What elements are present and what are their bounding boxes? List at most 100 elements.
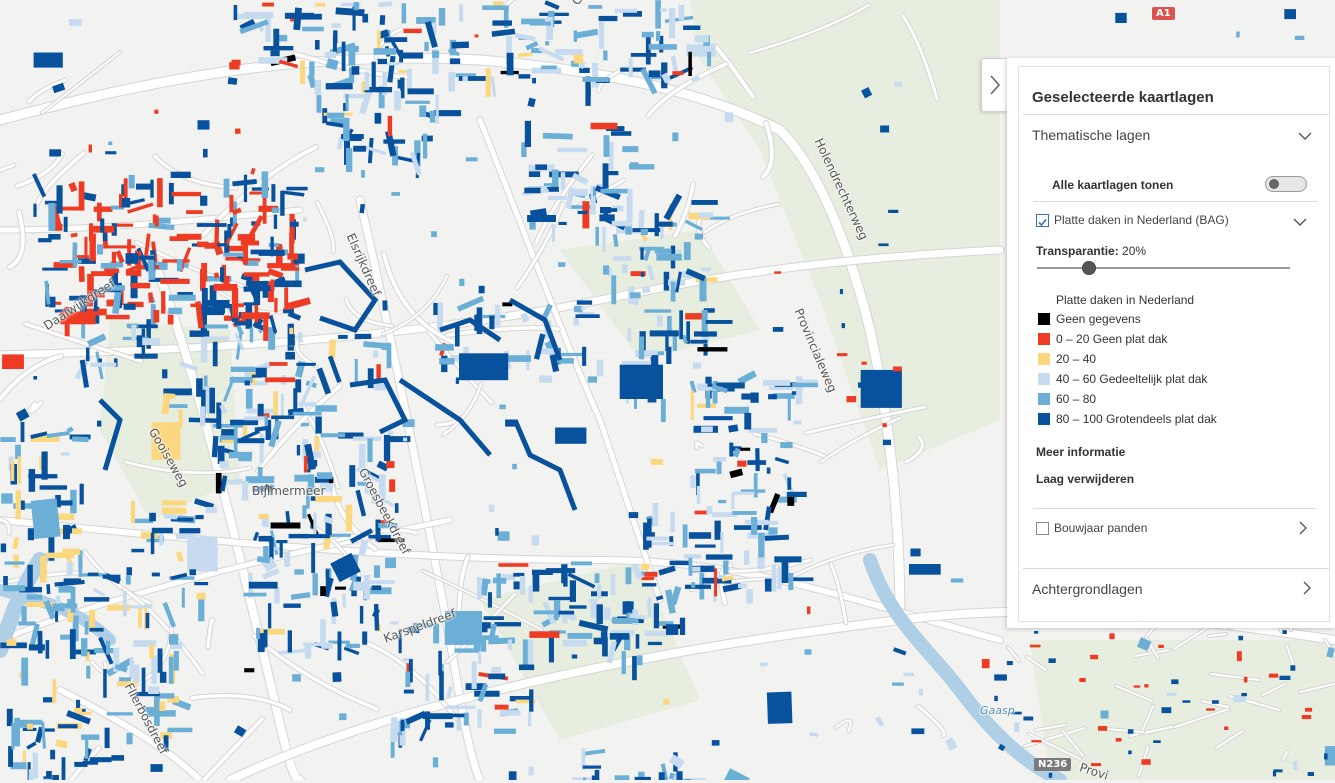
building [56, 185, 63, 214]
building [459, 353, 509, 381]
building [78, 181, 85, 211]
flat-roofs-layer-label[interactable]: Platte daken in Nederland (BAG) [1054, 213, 1229, 227]
show-all-layers-toggle[interactable] [1265, 176, 1307, 192]
legend-swatch [1038, 413, 1050, 425]
building [289, 214, 295, 244]
building-year-layer-label[interactable]: Bouwjaar panden [1054, 521, 1147, 535]
building [302, 26, 324, 32]
building [548, 635, 554, 663]
building [685, 313, 705, 320]
transparency-slider-handle[interactable] [1081, 261, 1096, 275]
building [386, 349, 392, 369]
legend-swatch [1038, 333, 1050, 345]
building [647, 396, 657, 403]
building [168, 294, 196, 301]
building [186, 210, 203, 214]
building [532, 569, 553, 575]
building [656, 253, 682, 261]
building [183, 263, 189, 268]
building [1048, 658, 1056, 663]
building [354, 359, 358, 382]
building [659, 8, 667, 12]
building [244, 380, 250, 386]
building [52, 603, 65, 612]
building [397, 79, 404, 89]
building [72, 528, 82, 535]
building [672, 132, 679, 142]
building [375, 519, 381, 542]
flat-roofs-layer-checkbox[interactable] [1036, 214, 1049, 227]
building [50, 749, 56, 760]
building [638, 336, 645, 360]
building [648, 70, 661, 78]
building [320, 619, 326, 643]
building [123, 591, 127, 617]
building [205, 507, 217, 513]
remove-layer-link[interactable]: Laag verwijderen [1036, 472, 1134, 486]
background-layers-header[interactable]: Achtergrondlagen [1019, 569, 1329, 609]
legend-item: 40 – 60 Gedeeltelijk plat dak [1038, 372, 1207, 386]
building [771, 564, 777, 592]
thematic-layers-header[interactable]: Thematische lagen [1019, 115, 1329, 155]
building [30, 498, 61, 540]
building [679, 310, 683, 340]
building [1098, 726, 1108, 731]
building [228, 245, 244, 252]
building [108, 141, 113, 146]
building [159, 533, 164, 546]
building [724, 112, 734, 123]
building [315, 40, 320, 50]
building [407, 68, 412, 91]
building [648, 44, 677, 50]
building [582, 201, 590, 229]
building-year-layer-checkbox[interactable] [1036, 522, 1049, 535]
chevron-right-icon[interactable] [1295, 520, 1311, 536]
chevron-down-icon[interactable] [1292, 214, 1308, 230]
building [1161, 707, 1172, 714]
building [61, 757, 66, 780]
building [731, 493, 735, 510]
building [393, 720, 400, 733]
building [229, 62, 240, 70]
building [608, 171, 619, 176]
building [488, 504, 495, 512]
panel-collapse-button[interactable] [981, 58, 1008, 112]
building [471, 661, 477, 689]
building [79, 483, 84, 505]
building [768, 394, 777, 400]
building [641, 563, 650, 570]
building [555, 49, 583, 56]
more-info-link[interactable]: Meer informatie [1036, 445, 1125, 459]
building [748, 428, 777, 433]
building [705, 554, 733, 560]
building [1284, 9, 1296, 20]
building [328, 479, 333, 484]
building [203, 375, 208, 387]
transparency-slider-track[interactable] [1037, 267, 1290, 269]
building [750, 392, 759, 403]
building [591, 775, 599, 780]
building [4, 561, 25, 565]
building [341, 41, 346, 72]
building [40, 555, 47, 583]
chevron-right-icon [990, 75, 1001, 95]
building [343, 117, 350, 141]
building [337, 631, 342, 661]
building [335, 586, 346, 590]
building [230, 366, 256, 372]
building [530, 21, 551, 26]
building [136, 183, 152, 190]
building [256, 627, 260, 640]
building [153, 310, 160, 323]
building [157, 178, 163, 208]
building [650, 458, 663, 465]
building [52, 775, 59, 780]
building [654, 248, 672, 254]
building [758, 532, 765, 558]
building [312, 451, 321, 458]
building [744, 550, 750, 565]
building [131, 282, 151, 289]
building [1294, 35, 1305, 40]
divider [1033, 508, 1317, 509]
building [285, 351, 295, 360]
